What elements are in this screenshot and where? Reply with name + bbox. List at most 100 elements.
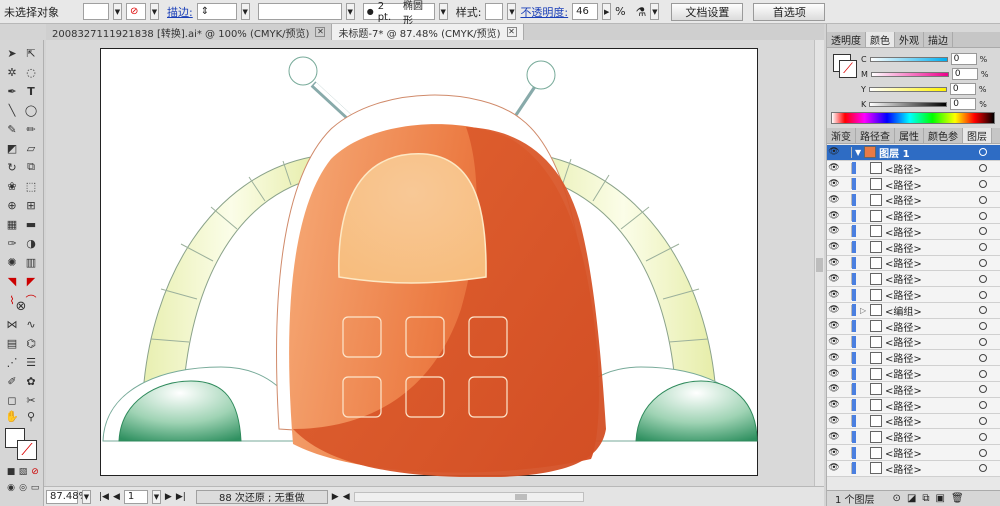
target-circle-icon[interactable] <box>979 322 987 331</box>
target-circle-icon[interactable] <box>979 148 987 157</box>
blend-tool-icon[interactable]: ◑ <box>22 235 40 251</box>
lock-toggle[interactable] <box>841 462 852 474</box>
opacity-dropdown-icon[interactable]: ▶ <box>602 3 612 20</box>
live-paint-bucket-icon[interactable]: ◥ <box>3 273 21 289</box>
fill-dropdown-icon[interactable]: ▼ <box>113 3 122 20</box>
screen-mode-icon[interactable]: ▭ <box>26 480 44 496</box>
stroke-weight-dropdown-icon[interactable]: ▼ <box>240 3 250 20</box>
visibility-eye-icon[interactable]: 👁 <box>827 305 841 315</box>
stroke-dropdown-icon[interactable]: ▼ <box>150 3 159 20</box>
lock-toggle[interactable] <box>841 368 852 380</box>
visibility-eye-icon[interactable]: 👁 <box>827 400 841 410</box>
line-tool-icon[interactable]: ╲ <box>3 102 21 118</box>
width-tool-icon[interactable]: ⋈ <box>3 316 21 332</box>
eyedropper-icon[interactable]: ✑ <box>3 235 21 251</box>
stroke-link[interactable]: 描边: <box>167 4 193 20</box>
visibility-eye-icon[interactable]: 👁 <box>827 416 841 426</box>
brush-dropdown-icon[interactable]: ▼ <box>438 3 448 20</box>
fill-swatch[interactable] <box>83 3 109 20</box>
ellipse-tool-icon[interactable]: ◯ <box>22 102 40 118</box>
color-spectrum[interactable] <box>831 112 995 124</box>
mesh-tool-icon[interactable]: ▦ <box>3 216 21 232</box>
warp-variant-icon[interactable]: ∿ <box>22 316 40 332</box>
visibility-eye-icon[interactable]: 👁 <box>827 147 841 157</box>
stroke-color-swatch-icon[interactable]: ⟋ <box>17 440 37 460</box>
target-circle-icon[interactable] <box>979 290 987 299</box>
live-paint-selection-icon[interactable]: ◤ <box>22 273 40 289</box>
variable-width-field[interactable] <box>257 3 342 20</box>
doc-setup-button[interactable]: 文档设置 <box>671 2 744 21</box>
lock-toggle[interactable] <box>841 194 852 206</box>
layer-item-row[interactable]: 👁 <路径> <box>827 208 1000 224</box>
visibility-eye-icon[interactable]: 👁 <box>827 369 841 379</box>
target-circle-icon[interactable] <box>979 464 987 473</box>
lock-toggle[interactable] <box>841 320 852 332</box>
stroke-weight-field[interactable]: ⇕ <box>196 3 237 20</box>
target-circle-icon[interactable] <box>979 337 987 346</box>
visibility-eye-icon[interactable]: 👁 <box>827 290 841 300</box>
magenta-slider[interactable] <box>870 71 949 77</box>
target-circle-icon[interactable] <box>979 274 987 283</box>
target-circle-icon[interactable] <box>979 306 987 315</box>
layer-item-row[interactable]: 👁 <路径> <box>827 350 1000 367</box>
tab-color-guide[interactable]: 颜色参 <box>924 128 963 143</box>
tab-pathfinder[interactable]: 路径查 <box>856 128 895 143</box>
tab-color[interactable]: 颜色 <box>866 32 895 47</box>
perspective-grid-icon[interactable]: ⊞ <box>22 197 40 213</box>
direct-selection-icon[interactable]: ⇱ <box>22 45 40 61</box>
visibility-eye-icon[interactable]: 👁 <box>827 448 841 458</box>
recolor-dropdown-icon[interactable]: ▼ <box>650 3 660 20</box>
style-swatch[interactable] <box>485 3 504 20</box>
graph-tool-icon[interactable]: ▥ <box>22 254 40 270</box>
hand-tool-icon[interactable]: ✋ <box>3 408 21 424</box>
doc-tab-1[interactable]: 2008327111921838 [转换].ai* @ 100% (CMYK/预… <box>46 24 333 40</box>
close-icon[interactable]: ✕ <box>315 27 326 37</box>
visibility-eye-icon[interactable]: 👁 <box>827 258 841 268</box>
lock-toggle[interactable] <box>841 225 852 237</box>
symbol-sprayer-icon[interactable]: ✺ <box>3 254 21 270</box>
symbolism-tool-icon[interactable]: ⊗ <box>12 298 30 314</box>
visibility-eye-icon[interactable]: 👁 <box>827 353 841 363</box>
visibility-eye-icon[interactable]: 👁 <box>827 163 841 173</box>
lock-toggle[interactable] <box>841 257 852 269</box>
cyan-slider[interactable] <box>869 56 948 62</box>
target-circle-icon[interactable] <box>979 211 987 220</box>
target-circle-icon[interactable] <box>979 432 987 441</box>
lock-toggle[interactable] <box>841 352 852 364</box>
target-circle-icon[interactable] <box>979 353 987 362</box>
target-circle-icon[interactable] <box>979 179 987 188</box>
gradient-tool-icon[interactable]: ▬ <box>22 216 40 232</box>
layer-item-row[interactable]: 👁 <路径> <box>827 334 1000 351</box>
layer-item-row[interactable]: 👁 <路径> <box>827 429 1000 446</box>
layer-item-row[interactable]: 👁 <路径> <box>827 381 1000 398</box>
rotate-tool-icon[interactable]: ↻ <box>3 159 21 175</box>
black-value[interactable]: 0 <box>950 98 977 110</box>
brush-definition-field[interactable]: ● 2 pt. 椭圆形 <box>362 1 435 27</box>
color-stroke-swatch-icon[interactable]: ⟋ <box>839 60 857 78</box>
tab-transparency[interactable]: 透明度 <box>827 32 866 47</box>
canvas-area[interactable] <box>46 40 814 486</box>
tab-gradient[interactable]: 渐变 <box>827 128 856 143</box>
layer-item-row[interactable]: 👁 <路径> <box>827 255 1000 272</box>
visibility-eye-icon[interactable]: 👁 <box>827 432 841 442</box>
expand-arrow-icon[interactable]: ▼ <box>855 148 861 157</box>
visibility-eye-icon[interactable]: 👁 <box>827 321 841 331</box>
sprayer-icon[interactable]: ✿ <box>22 373 40 389</box>
stroke-swatch-icon[interactable]: ⊘ <box>126 3 146 20</box>
scissors-icon[interactable]: ✂ <box>22 392 40 408</box>
visibility-eye-icon[interactable]: 👁 <box>827 242 841 252</box>
none-mode-icon[interactable]: ⊘ <box>26 464 44 480</box>
visibility-eye-icon[interactable]: 👁 <box>827 195 841 205</box>
tab-appearance[interactable]: 外观 <box>895 32 924 47</box>
lock-toggle[interactable] <box>841 304 852 316</box>
lock-toggle[interactable] <box>841 210 852 222</box>
opacity-input[interactable]: 46 <box>572 3 599 20</box>
zoom-tool-icon[interactable]: ⚲ <box>22 408 40 424</box>
horizontal-scrollbar[interactable] <box>353 491 584 502</box>
lock-toggle[interactable] <box>841 399 852 411</box>
layer-item-row[interactable]: 👁 <路径> <box>827 223 1000 240</box>
delete-layer-icon[interactable]: 🗑 <box>951 493 964 504</box>
next-page-icon[interactable]: ▶ <box>165 492 172 502</box>
smooth-tool-icon[interactable]: ☰ <box>22 354 40 370</box>
layer-row[interactable]: 👁 ▼ 图层 1 <box>827 145 1000 161</box>
